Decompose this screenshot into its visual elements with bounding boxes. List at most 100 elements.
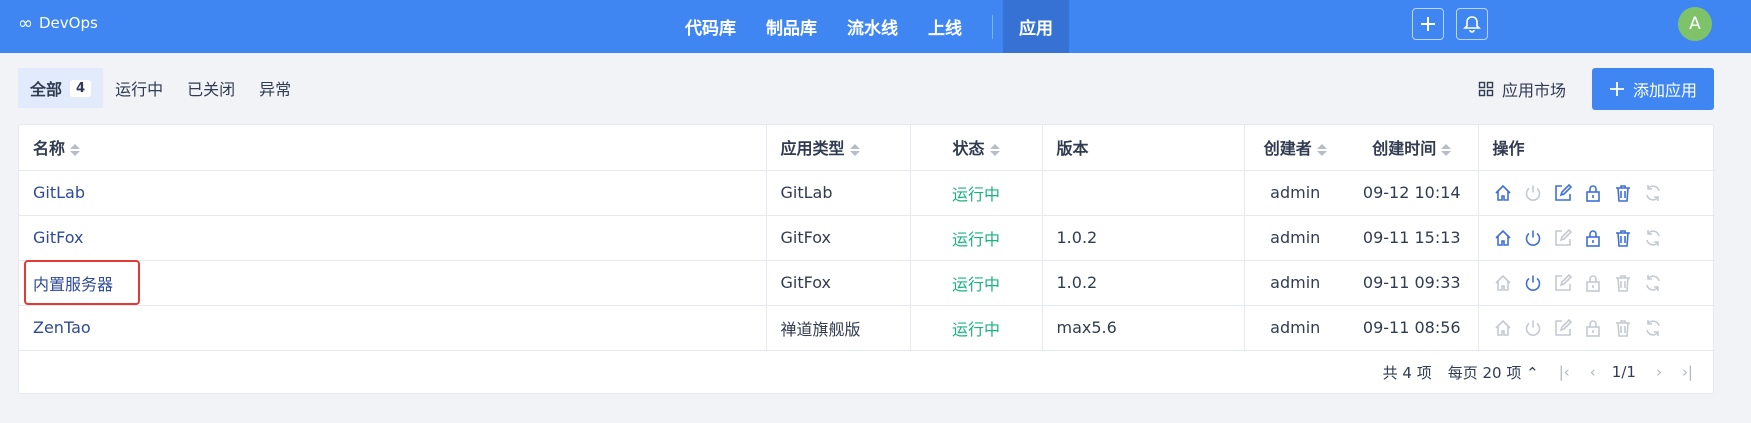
page-size-select[interactable]: 每页 20 项 ⌃ <box>1448 362 1539 383</box>
app-type: GitLab <box>765 170 910 216</box>
table-row: ZenTao 禅道旗舰版 运行中 max5.6 admin 09-11 08:56 <box>19 305 1715 351</box>
sort-icon[interactable] <box>1316 143 1327 157</box>
home-icon[interactable] <box>1493 183 1513 203</box>
app-creator: admin <box>1243 305 1346 351</box>
total-count: 共 4 项 <box>1382 363 1432 382</box>
app-name[interactable]: 内置服务器 <box>19 260 766 306</box>
count-badge: 4 <box>70 79 92 97</box>
trash-icon[interactable] <box>1613 228 1633 248</box>
nav-item-repo[interactable]: 代码库 <box>670 0 751 53</box>
refresh-icon <box>1643 228 1663 248</box>
app-creator: admin <box>1243 260 1346 306</box>
nav-item-pipeline[interactable]: 流水线 <box>832 0 913 53</box>
nav-item-artifact[interactable]: 制品库 <box>751 0 832 53</box>
col-ops: 操作 <box>1477 125 1715 171</box>
app-created: 09-11 08:56 <box>1346 305 1478 351</box>
filter-running[interactable]: 运行中 <box>103 68 175 108</box>
create-button[interactable] <box>1412 8 1444 40</box>
trash-icon <box>1613 318 1633 338</box>
edit-icon[interactable] <box>1553 183 1573 203</box>
refresh-icon <box>1643 318 1663 338</box>
infinity-icon: ∞ <box>18 12 33 34</box>
page-indicator: 1/1 <box>1611 363 1636 381</box>
table-row: GitFox GitFox 运行中 1.0.2 admin 09-11 15:13 <box>19 215 1715 261</box>
app-created: 09-12 10:14 <box>1346 170 1478 216</box>
avatar[interactable]: A <box>1678 7 1712 41</box>
app-version <box>1041 170 1244 216</box>
app-created: 09-11 15:13 <box>1346 215 1478 261</box>
row-actions <box>1477 170 1715 216</box>
power-icon[interactable] <box>1523 273 1543 293</box>
brand[interactable]: ∞ DevOps <box>18 0 98 46</box>
app-creator: admin <box>1243 215 1346 261</box>
status-text: 运行中 <box>909 170 1042 216</box>
app-name[interactable]: GitLab <box>19 170 766 216</box>
lock-icon <box>1583 318 1603 338</box>
last-page-icon[interactable]: ›| <box>1682 363 1693 381</box>
col-type[interactable]: 应用类型 <box>765 125 910 171</box>
filter-closed[interactable]: 已关闭 <box>175 68 247 108</box>
add-app-label: 添加应用 <box>1632 81 1697 100</box>
filter-error[interactable]: 异常 <box>247 68 303 108</box>
table-header-row: 名称 应用类型 状态 版本 创建者 创建时间 操作 <box>19 125 1715 171</box>
home-icon <box>1493 318 1513 338</box>
grid-icon <box>1478 81 1494 97</box>
row-actions <box>1477 305 1715 351</box>
col-name[interactable]: 名称 <box>19 125 766 171</box>
app-version: 1.0.2 <box>1041 215 1244 261</box>
home-icon[interactable] <box>1493 228 1513 248</box>
status-text: 运行中 <box>909 260 1042 306</box>
edit-icon <box>1553 318 1573 338</box>
status-text: 运行中 <box>909 215 1042 261</box>
app-name[interactable]: GitFox <box>19 215 766 261</box>
brand-name: DevOps <box>39 14 98 32</box>
trash-icon <box>1613 273 1633 293</box>
nav-divider <box>992 14 993 39</box>
plus-icon <box>1421 17 1435 31</box>
app-market-link[interactable]: 应用市场 <box>1478 77 1566 101</box>
filter-all[interactable]: 全部 4 <box>18 68 104 108</box>
bell-icon <box>1463 16 1481 33</box>
refresh-icon <box>1643 273 1663 293</box>
main-nav: 代码库 制品库 流水线 上线 应用 <box>670 0 1069 53</box>
lock-icon[interactable] <box>1583 183 1603 203</box>
edit-icon <box>1553 228 1573 248</box>
app-type: GitFox <box>765 215 910 261</box>
status-text: 运行中 <box>909 305 1042 351</box>
next-page-icon[interactable]: › <box>1656 363 1662 381</box>
app-name[interactable]: ZenTao <box>19 305 766 351</box>
add-app-button[interactable]: 添加应用 <box>1592 68 1714 110</box>
pagination: 共 4 项 每页 20 项 ⌃ |‹ ‹ 1/1 › ›| <box>1383 357 1693 387</box>
nav-item-release[interactable]: 上线 <box>913 0 977 53</box>
power-icon <box>1523 183 1543 203</box>
col-created[interactable]: 创建时间 <box>1346 125 1478 171</box>
col-creator[interactable]: 创建者 <box>1243 125 1346 171</box>
plus-icon <box>1609 82 1624 96</box>
power-icon[interactable] <box>1523 228 1543 248</box>
power-icon <box>1523 318 1543 338</box>
status-filter-tabs: 全部 4 运行中 已关闭 异常 <box>18 68 303 108</box>
apps-table: 名称 应用类型 状态 版本 创建者 创建时间 操作 GitLab GitLab 运行… <box>19 125 1715 351</box>
chevron-up-icon: ⌃ <box>1526 363 1539 382</box>
app-version: max5.6 <box>1041 305 1244 351</box>
notifications-button[interactable] <box>1456 8 1488 40</box>
sort-icon[interactable] <box>1441 143 1452 157</box>
table-row: GitLab GitLab 运行中 admin 09-12 10:14 <box>19 170 1715 216</box>
lock-icon[interactable] <box>1583 228 1603 248</box>
app-type: GitFox <box>765 260 910 306</box>
app-version: 1.0.2 <box>1041 260 1244 306</box>
first-page-icon[interactable]: |‹ <box>1559 363 1570 381</box>
prev-page-icon[interactable]: ‹ <box>1590 363 1596 381</box>
app-created: 09-11 09:33 <box>1346 260 1478 306</box>
trash-icon[interactable] <box>1613 183 1633 203</box>
apps-table-panel: 名称 应用类型 状态 版本 创建者 创建时间 操作 GitLab GitLab 运行… <box>18 124 1715 394</box>
col-status[interactable]: 状态 <box>909 125 1042 171</box>
sort-icon[interactable] <box>849 143 860 157</box>
sort-icon[interactable] <box>989 143 1000 157</box>
app-market-label: 应用市场 <box>1502 81 1567 100</box>
nav-item-apps[interactable]: 应用 <box>1003 0 1069 53</box>
app-creator: admin <box>1243 170 1346 216</box>
col-version: 版本 <box>1041 125 1244 171</box>
row-actions <box>1477 215 1715 261</box>
sort-icon[interactable] <box>70 143 81 157</box>
